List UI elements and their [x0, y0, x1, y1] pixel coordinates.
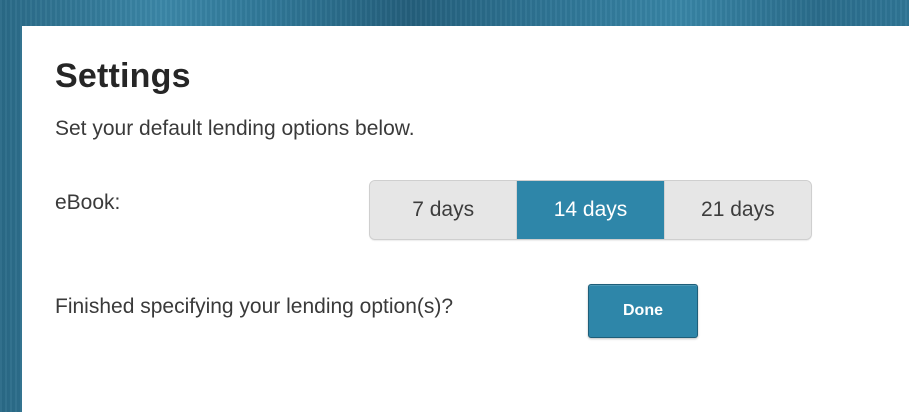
done-button[interactable]: Done: [588, 284, 698, 338]
lending-option-7-days[interactable]: 7 days: [370, 181, 517, 239]
finished-prompt: Finished specifying your lending option(…: [55, 295, 454, 318]
settings-description: Set your default lending options below.: [55, 117, 415, 140]
page-title: Settings: [55, 57, 191, 95]
settings-panel: Settings Set your default lending option…: [22, 26, 909, 412]
lending-option-label: 7 days: [412, 198, 475, 221]
lending-option-14-days[interactable]: 14 days: [516, 181, 664, 239]
lending-option-label: 21 days: [701, 198, 775, 221]
lending-option-21-days[interactable]: 21 days: [663, 181, 811, 239]
ebook-label: eBook:: [55, 191, 121, 214]
lending-option-label: 14 days: [553, 198, 628, 221]
lending-period-selector: 7 days 14 days 21 days: [369, 180, 812, 240]
